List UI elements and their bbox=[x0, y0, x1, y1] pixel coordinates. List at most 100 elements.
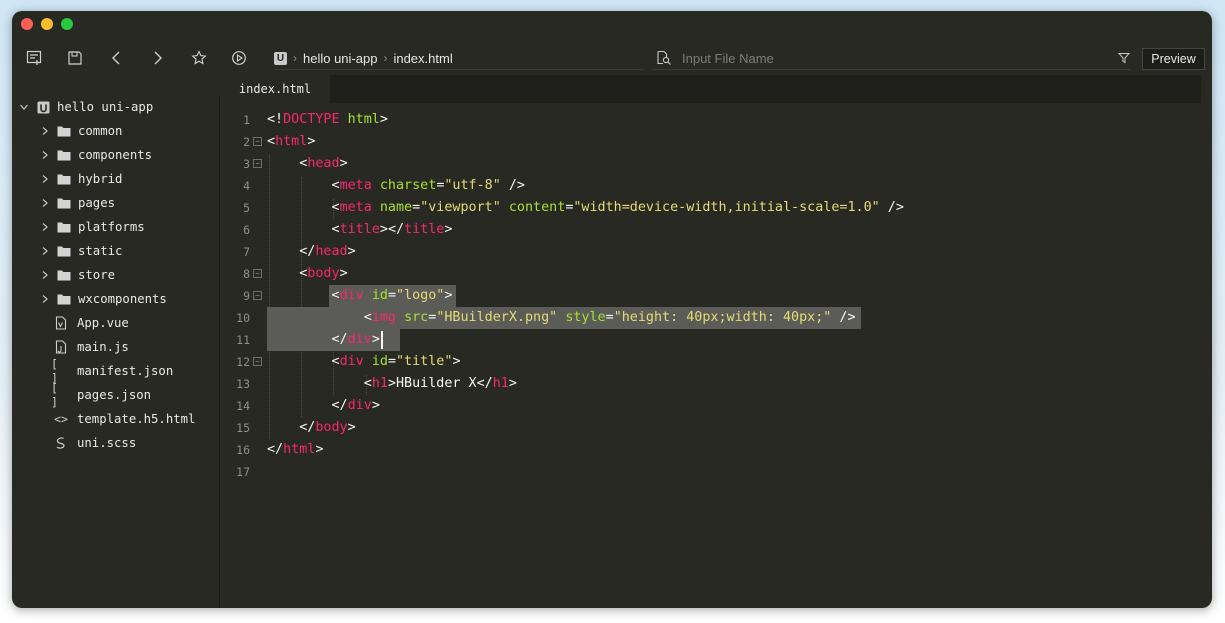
line-number: 3 bbox=[243, 157, 250, 171]
tree-folder-store[interactable]: store bbox=[39, 263, 115, 287]
code-text: <div id="logo"> bbox=[331, 288, 453, 303]
tree-file-uni-scss[interactable]: uni.scss bbox=[51, 431, 136, 455]
fold-toggle-icon[interactable]: − bbox=[253, 137, 262, 146]
line-number: 9 bbox=[243, 289, 250, 303]
editor-tab-bar: index.html bbox=[220, 75, 1201, 103]
chevron-right-icon bbox=[42, 151, 48, 159]
tree-folder-wxcomponents[interactable]: wxcomponents bbox=[39, 287, 167, 311]
code-line[interactable]: 4 <meta charset="utf-8" /> bbox=[220, 175, 1210, 197]
chevron-right-icon bbox=[42, 127, 48, 135]
fold-toggle-icon[interactable]: − bbox=[253, 269, 262, 278]
new-file-button[interactable] bbox=[22, 46, 46, 70]
code-line[interactable]: 14 </div> bbox=[220, 395, 1210, 417]
chevron-down-icon bbox=[20, 104, 28, 110]
folder-icon bbox=[57, 126, 71, 137]
tab-index-html[interactable]: index.html bbox=[220, 75, 330, 103]
code-text: <!DOCTYPE html> bbox=[267, 112, 388, 127]
code-editor[interactable]: 1 <!DOCTYPE html> 2− <html> 3− <head> 4 <meta… bbox=[220, 109, 1212, 608]
tree-folder-components[interactable]: components bbox=[39, 143, 152, 167]
folder-icon bbox=[57, 174, 71, 185]
code-line[interactable]: 13 <h1>HBuilder X</h1> bbox=[220, 373, 1210, 395]
code-line[interactable]: 2− <html> bbox=[220, 131, 1210, 153]
tree-file-manifest-json[interactable]: [ ] manifest.json bbox=[51, 357, 173, 385]
run-button[interactable] bbox=[227, 46, 251, 70]
new-file-icon bbox=[26, 50, 42, 65]
tree-folder-static[interactable]: static bbox=[39, 239, 122, 263]
breadcrumb-project[interactable]: hello uni-app bbox=[303, 51, 377, 66]
file-search-icon bbox=[657, 50, 671, 65]
tree-folder-platforms[interactable]: platforms bbox=[39, 215, 145, 239]
code-line[interactable]: 10 <img src="HBuilderX.png" style="heigh… bbox=[220, 307, 1210, 329]
close-window-button[interactable] bbox=[21, 18, 33, 30]
code-line[interactable]: 1 <!DOCTYPE html> bbox=[220, 109, 1210, 131]
save-button[interactable] bbox=[63, 46, 87, 70]
tree-item-label: App.vue bbox=[77, 316, 129, 330]
tree-item-label: pages bbox=[78, 196, 116, 210]
fold-toggle-icon[interactable]: − bbox=[253, 291, 262, 300]
line-number: 6 bbox=[243, 223, 250, 237]
folder-icon bbox=[57, 270, 71, 281]
tree-item-label: hello uni-app bbox=[57, 100, 154, 114]
favorite-button[interactable] bbox=[187, 46, 211, 70]
chevron-right-icon bbox=[42, 271, 48, 279]
breadcrumb-file[interactable]: index.html bbox=[393, 51, 452, 66]
forward-button[interactable] bbox=[145, 46, 169, 70]
code-line[interactable]: 11 </div> bbox=[220, 329, 1210, 351]
filter-icon[interactable] bbox=[1118, 52, 1130, 64]
code-line[interactable]: 7 </head> bbox=[220, 241, 1210, 263]
tree-file-pages-json[interactable]: [ ] pages.json bbox=[51, 381, 151, 409]
line-number: 2 bbox=[243, 135, 250, 149]
toolbar: U › hello uni-app › index.html Preview bbox=[12, 41, 1212, 75]
chevron-right-icon bbox=[42, 295, 48, 303]
line-number: 5 bbox=[243, 201, 250, 215]
minimize-window-button[interactable] bbox=[41, 18, 53, 30]
fold-toggle-icon[interactable]: − bbox=[253, 357, 262, 366]
tree-folder-pages[interactable]: pages bbox=[39, 191, 115, 215]
tree-file-template-h5-html[interactable]: <> template.h5.html bbox=[51, 407, 195, 431]
code-line[interactable]: 15 </body> bbox=[220, 417, 1210, 439]
code-line[interactable]: 8− <body> bbox=[220, 263, 1210, 285]
preview-button[interactable]: Preview bbox=[1142, 48, 1205, 70]
tree-project-root[interactable]: hello uni-app bbox=[18, 95, 153, 119]
line-number: 13 bbox=[236, 377, 250, 391]
folder-icon bbox=[57, 222, 71, 233]
maximize-window-button[interactable] bbox=[61, 18, 73, 30]
line-number: 4 bbox=[243, 179, 250, 193]
code-line[interactable]: 12− <div id="title"> bbox=[220, 351, 1210, 373]
line-number: 16 bbox=[236, 443, 250, 457]
back-button[interactable] bbox=[105, 46, 129, 70]
code-text: <h1>HBuilder X</h1> bbox=[363, 376, 517, 391]
tree-file-App-vue[interactable]: App.vue bbox=[51, 311, 129, 335]
fold-toggle-icon[interactable]: − bbox=[253, 159, 262, 168]
file-search-input[interactable] bbox=[680, 49, 1084, 67]
line-number: 10 bbox=[236, 311, 250, 325]
code-line[interactable]: 6 <title></title> bbox=[220, 219, 1210, 241]
star-icon bbox=[191, 50, 207, 65]
code-text: <meta charset="utf-8" /> bbox=[331, 178, 526, 193]
code-text: <body> bbox=[299, 266, 348, 281]
tree-item-label: common bbox=[78, 124, 123, 138]
code-line[interactable]: 5 <meta name="viewport" content="width=d… bbox=[220, 197, 1210, 219]
tree-file-main-js[interactable]: main.js bbox=[51, 335, 129, 359]
code-text: <img src="HBuilderX.png" style="height: … bbox=[363, 310, 856, 325]
scss-file-icon bbox=[56, 437, 65, 449]
html-file-icon: <> bbox=[54, 412, 68, 426]
chevron-right-icon bbox=[42, 223, 48, 231]
forward-icon bbox=[154, 51, 162, 65]
tree-folder-hybrid[interactable]: hybrid bbox=[39, 167, 122, 191]
json-file-icon: [ ] bbox=[51, 381, 58, 409]
line-number: 15 bbox=[236, 421, 250, 435]
folder-icon bbox=[57, 246, 71, 257]
tree-folder-common[interactable]: common bbox=[39, 119, 122, 143]
code-line[interactable]: 17 bbox=[220, 461, 1210, 483]
line-number: 11 bbox=[236, 333, 250, 347]
code-text: <div id="title"> bbox=[331, 354, 461, 369]
code-line[interactable]: 16 </html> bbox=[220, 439, 1210, 461]
code-text: <title></title> bbox=[331, 222, 453, 237]
project-logo-icon: U bbox=[274, 51, 287, 65]
code-line[interactable]: 9− <div id="logo"> bbox=[220, 285, 1210, 307]
line-number: 12 bbox=[236, 355, 250, 369]
project-icon bbox=[37, 101, 49, 113]
code-line[interactable]: 3− <head> bbox=[220, 153, 1210, 175]
chevron-right-icon bbox=[42, 175, 48, 183]
